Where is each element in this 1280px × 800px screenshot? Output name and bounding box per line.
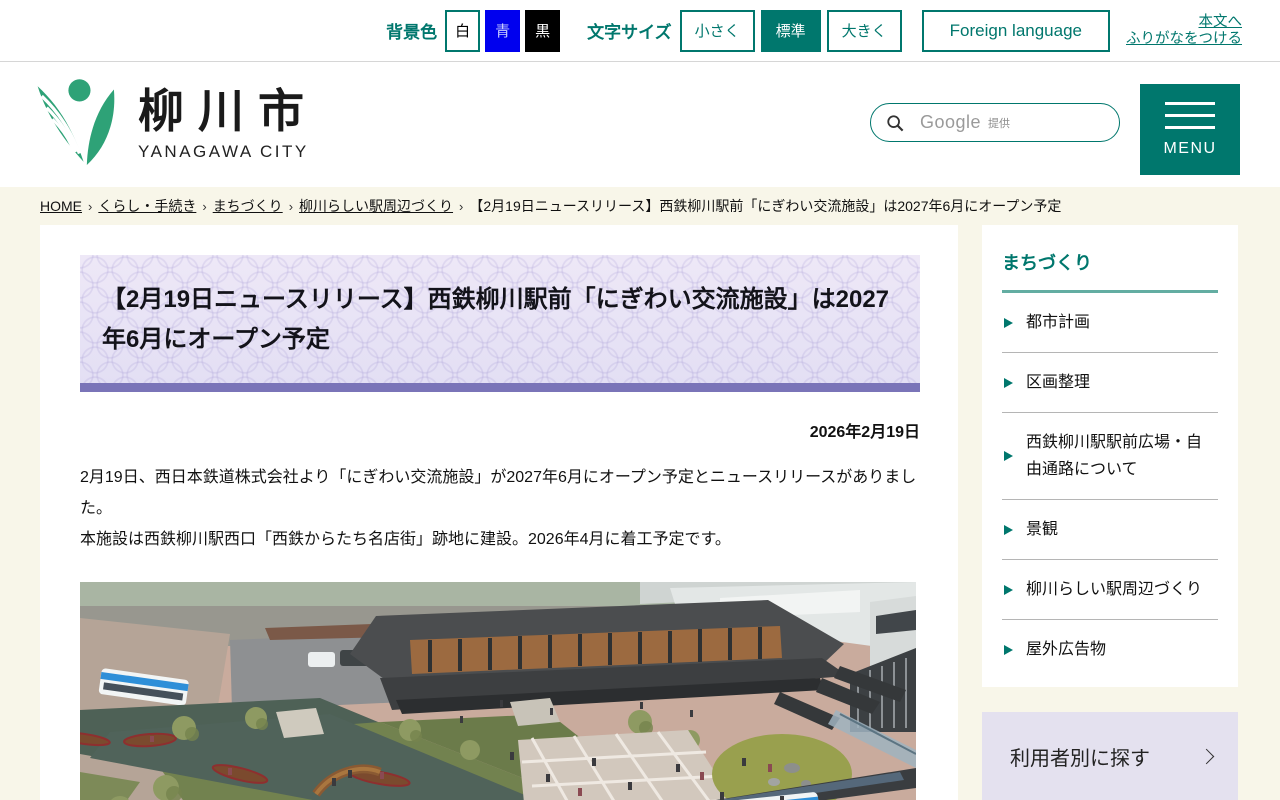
text-size-smaller-button[interactable]: 小さく — [679, 9, 755, 52]
sidebar-item-toshikeikaku[interactable]: 都市計画 — [1002, 293, 1218, 353]
breadcrumb-ekishuhen[interactable]: 柳川らしい駅周辺づくり — [299, 198, 453, 214]
page-title: 【2月19日ニュースリリース】西鉄柳川駅前「にぎわい交流施設」は2027年6月に… — [102, 286, 890, 353]
skip-links: 本文へ ふりがなをつける — [1126, 14, 1242, 48]
sidebar-item-label: 区画整理 — [1026, 374, 1091, 391]
bg-white-button[interactable]: 白 — [445, 9, 481, 52]
hamburger-icon — [1165, 101, 1215, 129]
foreign-language-button[interactable]: Foreign language — [921, 9, 1110, 52]
search-placeholder-brand: Google — [920, 112, 982, 132]
sidebar-item-label: 屋外広告物 — [1026, 641, 1107, 658]
site-header: 柳川市 YANAGAWA CITY Google 提供 MENU — [0, 62, 1280, 187]
finder-label: 利用者別に探す — [1010, 747, 1150, 770]
article-title-box: 【2月19日ニュースリリース】西鉄柳川駅前「にぎわい交流施設」は2027年6月に… — [80, 255, 920, 383]
menu-label: MENU — [1163, 139, 1217, 157]
bg-blue-button[interactable]: 青 — [485, 9, 521, 52]
to-main-text-link[interactable]: 本文へ — [1199, 14, 1243, 31]
bg-color-label: 背景色 — [386, 23, 438, 42]
site-name-english: YANAGAWA CITY — [138, 142, 309, 161]
sidebar-category-box: まちづくり 都市計画 区画整理 西鉄柳川駅駅前広場・自由通路について 景観 柳川… — [982, 225, 1238, 687]
add-furigana-link[interactable]: ふりがなをつける — [1126, 31, 1242, 48]
sidebar-item-label: 柳川らしい駅周辺づくり — [1026, 581, 1203, 598]
sidebar-item-kukakuseiri[interactable]: 区画整理 — [1002, 353, 1218, 413]
text-size-label: 文字サイズ — [587, 23, 672, 42]
triangle-icon — [1004, 644, 1013, 655]
article-date: 2026年2月19日 — [809, 424, 920, 441]
sidebar-item-okugai-kokoku[interactable]: 屋外広告物 — [1002, 620, 1218, 679]
facility-aerial-rendering-image — [80, 582, 916, 800]
breadcrumb: HOME くらし・手続き まちづくり 柳川らしい駅周辺づくり 【2月19日ニュー… — [0, 187, 1280, 225]
article-paragraph: 2月19日、西日本鉄道株式会社より「にぎわい交流施設」が2027年6月にオープン… — [80, 469, 917, 517]
article-body: 2月19日、西日本鉄道株式会社より「にぎわい交流施設」が2027年6月にオープン… — [80, 462, 920, 555]
site-search-input[interactable]: Google 提供 — [870, 103, 1120, 142]
sidebar-item-ekishuhen[interactable]: 柳川らしい駅周辺づくり — [1002, 560, 1218, 620]
sidebar: まちづくり 都市計画 区画整理 西鉄柳川駅駅前広場・自由通路について 景観 柳川… — [982, 225, 1238, 800]
breadcrumb-kurashi[interactable]: くらし・手続き — [98, 198, 196, 214]
title-accent-bar — [80, 383, 920, 392]
utility-bar: 背景色 白 青 黒 文字サイズ 小さく 標準 大きく Foreign langu… — [0, 0, 1280, 62]
menu-button[interactable]: MENU — [1140, 84, 1240, 175]
sidebar-item-label: 都市計画 — [1026, 314, 1091, 331]
article-card: 【2月19日ニュースリリース】西鉄柳川駅前「にぎわい交流施設」は2027年6月に… — [40, 225, 958, 800]
site-logo[interactable]: 柳川市 YANAGAWA CITY — [36, 76, 318, 172]
text-size-larger-button[interactable]: 大きく — [826, 9, 902, 52]
brand-text: 柳川市 YANAGAWA CITY — [138, 76, 318, 162]
triangle-icon — [1004, 377, 1013, 388]
chevron-right-icon — [1198, 748, 1215, 764]
site-name: 柳川市 — [138, 86, 318, 137]
bg-black-button[interactable]: 黒 — [525, 9, 561, 52]
triangle-icon — [1004, 524, 1013, 535]
text-size-standard-button[interactable]: 標準 — [760, 9, 821, 52]
finder-by-user-button[interactable]: 利用者別に探す — [982, 712, 1238, 800]
article-paragraph: 本施設は西鉄柳川駅西口「西鉄からたち名店街」跡地に建設。2026年4月に着工予定… — [80, 531, 731, 548]
search-placeholder-provided: 提供 — [988, 117, 1011, 130]
sidebar-item-keikan[interactable]: 景観 — [1002, 500, 1218, 560]
triangle-icon — [1004, 451, 1013, 461]
sidebar-category-title: まちづくり — [1002, 249, 1218, 293]
triangle-icon — [1004, 317, 1013, 328]
breadcrumb-machizukuri[interactable]: まちづくり — [213, 198, 283, 214]
breadcrumb-home[interactable]: HOME — [40, 198, 82, 214]
sidebar-item-ekimae-hiroba[interactable]: 西鉄柳川駅駅前広場・自由通路について — [1002, 413, 1218, 500]
sidebar-item-label: 西鉄柳川駅駅前広場・自由通路について — [1026, 434, 1203, 478]
yanagawa-city-emblem-icon — [37, 79, 115, 165]
search-icon — [887, 114, 904, 131]
triangle-icon — [1004, 584, 1013, 595]
breadcrumb-current: 【2月19日ニュースリリース】西鉄柳川駅前「にぎわい交流施設」は2027年6月に… — [469, 198, 1062, 214]
sidebar-item-label: 景観 — [1026, 521, 1059, 538]
